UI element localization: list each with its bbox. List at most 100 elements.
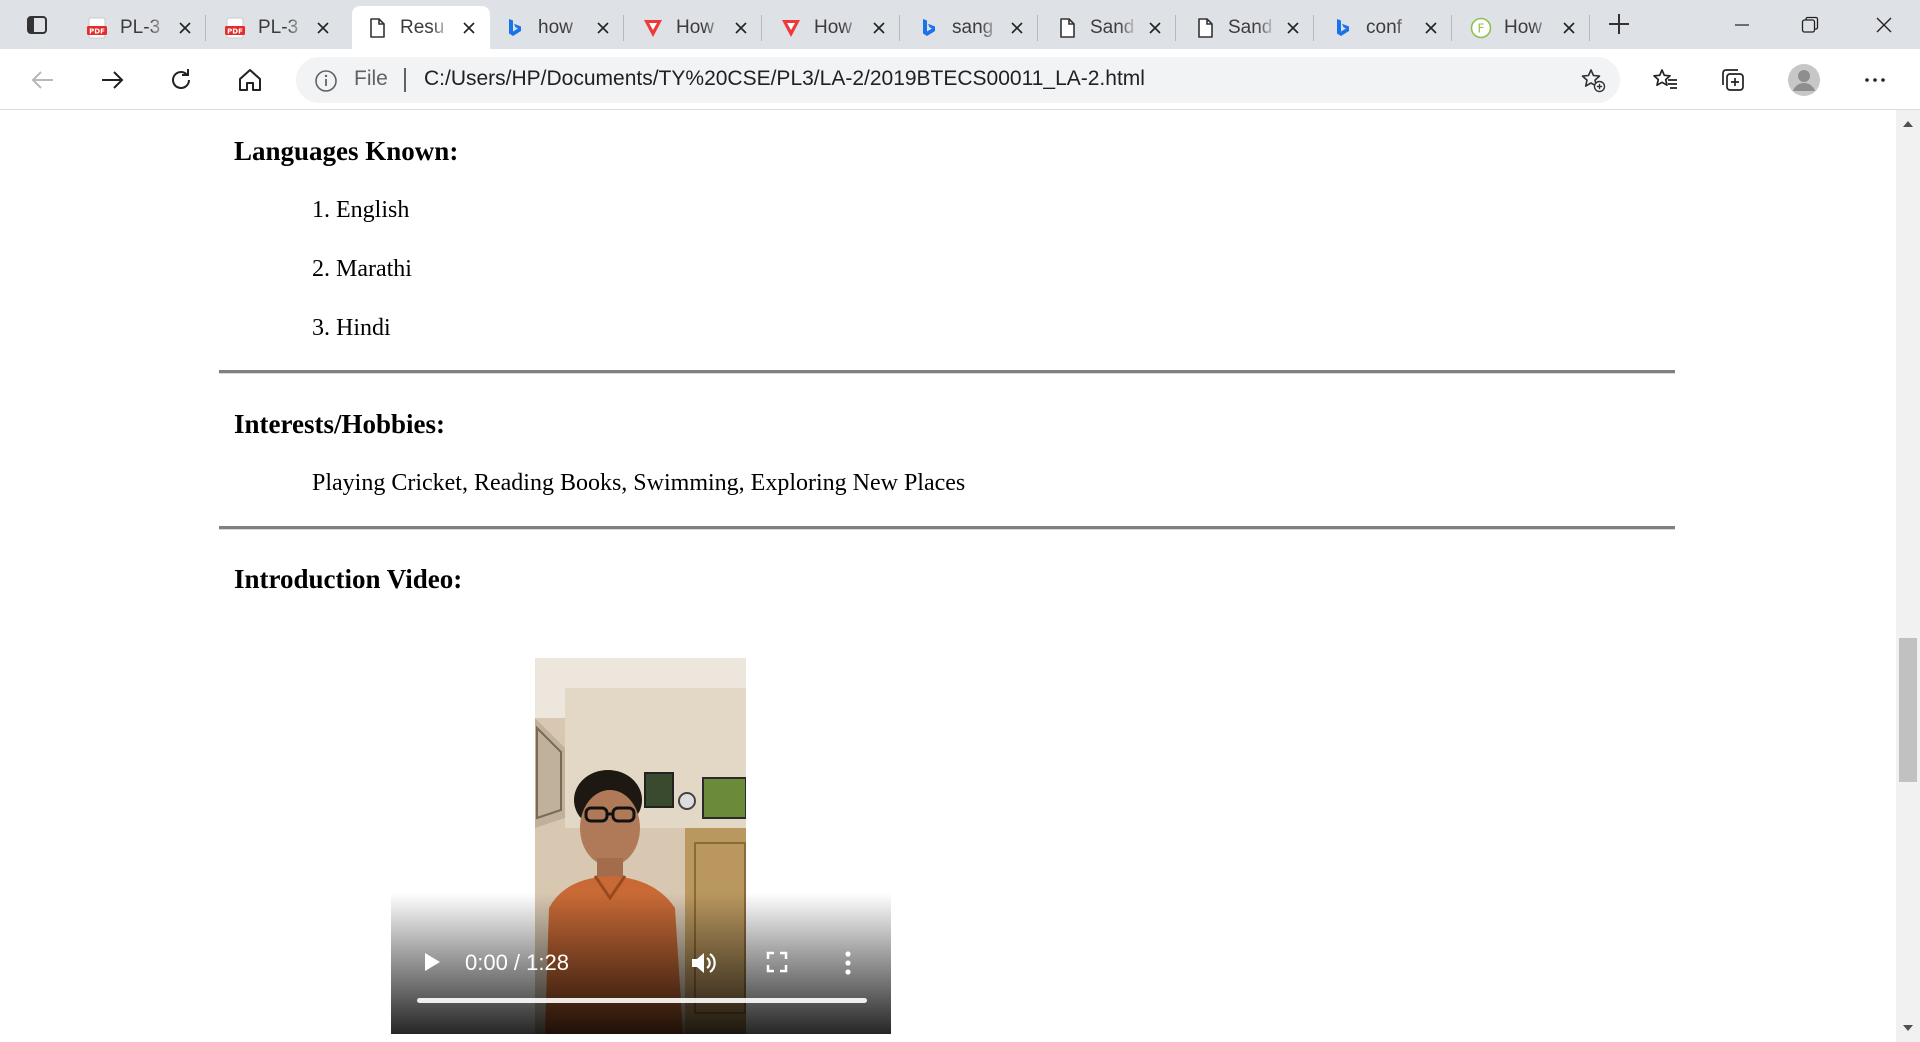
- tab-close-icon[interactable]: [1420, 17, 1442, 39]
- restore-button[interactable]: [1776, 0, 1844, 49]
- page-icon: [1056, 17, 1078, 39]
- scroll-down-arrow-icon[interactable]: [1902, 1022, 1914, 1034]
- video-time: 0:00 / 1:28: [465, 950, 569, 975]
- bing-icon: [504, 17, 526, 39]
- profile-button[interactable]: [1785, 61, 1823, 99]
- intro-heading: Introduction Video:: [234, 564, 463, 594]
- tab[interactable]: How: [628, 6, 762, 49]
- tab-separator: [1451, 15, 1452, 41]
- tab-separator: [1313, 15, 1314, 41]
- bing-icon: [1332, 17, 1354, 39]
- more-vertical-icon[interactable]: [841, 950, 855, 976]
- language-item: 3. Hindi: [312, 315, 391, 341]
- home-button[interactable]: [231, 61, 269, 99]
- tab-title: Sand: [1228, 16, 1273, 38]
- tab-close-icon[interactable]: [1558, 17, 1580, 39]
- tab[interactable]: sang: [904, 6, 1038, 49]
- address-bar[interactable]: File C:/Users/HP/Documents/TY%20CSE/PL3/…: [296, 57, 1620, 103]
- tab[interactable]: PDF PL-3: [210, 6, 344, 49]
- favorites-button[interactable]: [1646, 61, 1684, 99]
- page-icon: [366, 17, 388, 39]
- tab-title: How: [676, 16, 715, 38]
- svg-text:F: F: [1478, 21, 1485, 35]
- refresh-icon: [172, 69, 190, 89]
- tab-close-icon[interactable]: [458, 17, 480, 39]
- tab-title: How: [1504, 16, 1543, 38]
- minimize-icon: [1735, 23, 1749, 26]
- close-window-button[interactable]: [1850, 0, 1918, 49]
- refresh-button[interactable]: [162, 61, 200, 99]
- tab-close-icon[interactable]: [312, 17, 334, 39]
- plus-icon: [1609, 14, 1629, 34]
- language-item: 2. Marathi: [312, 256, 412, 282]
- tab-title: Sand: [1090, 16, 1135, 38]
- tab-title: conf: [1366, 16, 1402, 38]
- play-icon: [425, 953, 440, 971]
- tab-close-icon[interactable]: [592, 17, 614, 39]
- tab-actions-icon: [27, 16, 47, 34]
- tab-separator: [1589, 15, 1590, 41]
- back-arrow-icon: [31, 71, 53, 89]
- tab[interactable]: conf: [1318, 6, 1452, 49]
- language-item: 1. English: [312, 197, 410, 223]
- info-icon[interactable]: [314, 69, 338, 93]
- collections-icon: [1722, 69, 1744, 91]
- tab[interactable]: PDF PL-3: [72, 6, 206, 49]
- tab-title: How: [814, 16, 853, 38]
- languages-heading: Languages Known:: [234, 136, 459, 166]
- restore-icon: [1801, 16, 1819, 33]
- tab-title: PL-3: [258, 16, 299, 38]
- settings-more-button[interactable]: [1856, 61, 1894, 99]
- tab-title: sang: [952, 16, 994, 38]
- svg-text:PDF: PDF: [227, 27, 243, 35]
- tab-active[interactable]: Resu: [352, 6, 490, 49]
- tab[interactable]: how: [490, 6, 624, 49]
- scroll-up-arrow-icon[interactable]: [1902, 118, 1914, 130]
- svg-text:PDF: PDF: [89, 27, 105, 35]
- section-divider: [219, 370, 1675, 374]
- address-divider: [404, 68, 406, 92]
- home-icon: [239, 69, 261, 91]
- tab-close-icon[interactable]: [730, 17, 752, 39]
- tab[interactable]: How: [766, 6, 900, 49]
- forward-arrow-icon: [102, 71, 124, 89]
- volume-icon[interactable]: [689, 949, 717, 977]
- pdf-icon: PDF: [86, 17, 108, 39]
- tab[interactable]: Sand: [1042, 6, 1176, 49]
- tab-close-icon[interactable]: [1282, 17, 1304, 39]
- address-url[interactable]: C:/Users/HP/Documents/TY%20CSE/PL3/LA-2/…: [424, 67, 1145, 91]
- more-horizontal-icon: [1865, 78, 1885, 82]
- page-viewport: Languages Known: 1. English 2. Marathi 3…: [0, 110, 1896, 1042]
- tab-actions-button[interactable]: [18, 10, 56, 40]
- bing-icon: [918, 17, 940, 39]
- hobbies-text: Playing Cricket, Reading Books, Swimming…: [312, 470, 966, 496]
- tab-title: how: [538, 16, 573, 38]
- tab-separator: [1175, 15, 1176, 41]
- collections-button[interactable]: [1714, 61, 1752, 99]
- tab[interactable]: Sand: [1180, 6, 1314, 49]
- tab-close-icon[interactable]: [868, 17, 890, 39]
- fullscreen-icon[interactable]: [765, 950, 789, 974]
- vertical-scrollbar[interactable]: [1896, 110, 1920, 1042]
- video-progress-bar[interactable]: [417, 998, 867, 1003]
- back-button[interactable]: [24, 61, 62, 99]
- tab-title: Resu: [400, 16, 445, 38]
- browser-toolbar: File C:/Users/HP/Documents/TY%20CSE/PL3/…: [0, 49, 1920, 110]
- tab-close-icon[interactable]: [174, 17, 196, 39]
- intro-video-player[interactable]: 0:00 / 1:28: [391, 658, 891, 1034]
- add-favorite-icon[interactable]: [1580, 67, 1606, 93]
- tab-separator: [205, 15, 206, 41]
- avatar-icon: [1788, 64, 1820, 96]
- new-tab-button[interactable]: [1604, 9, 1634, 39]
- tab[interactable]: F How: [1456, 6, 1590, 49]
- forward-button[interactable]: [93, 61, 131, 99]
- play-button[interactable]: [419, 949, 445, 975]
- tab-close-icon[interactable]: [1144, 17, 1166, 39]
- tab-title: PL-3: [120, 16, 161, 38]
- scrollbar-thumb[interactable]: [1899, 638, 1917, 782]
- tab-separator: [899, 15, 900, 41]
- green-f-icon: F: [1470, 17, 1492, 39]
- tab-strip: PDF PL-3 PDF PL-3 Resu how How How sang Sand Sand c…: [0, 0, 1920, 49]
- tab-close-icon[interactable]: [1006, 17, 1028, 39]
- minimize-button[interactable]: [1708, 0, 1776, 49]
